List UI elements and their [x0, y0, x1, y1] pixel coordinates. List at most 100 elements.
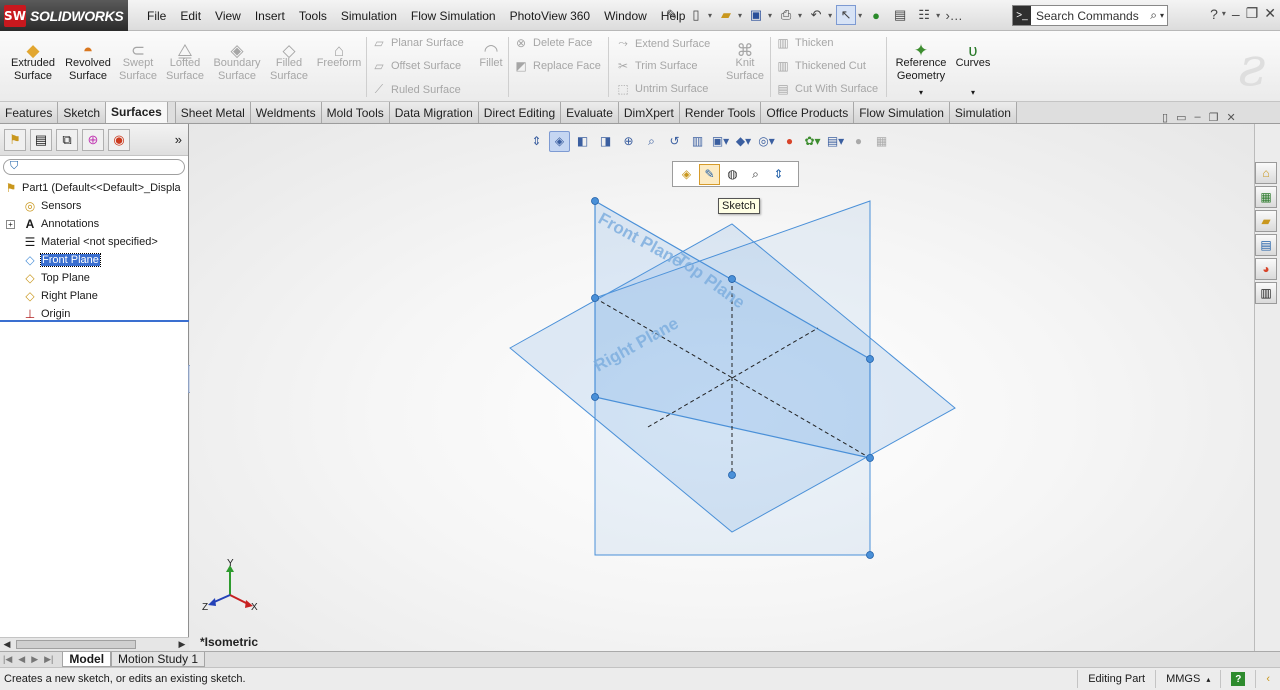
tile-vertical-icon[interactable]: ▭ [1176, 111, 1186, 124]
freeform-button[interactable]: ⌂ Freeform [314, 35, 364, 70]
tab-surfaces[interactable]: Surfaces [106, 102, 168, 123]
shaded-display-icon[interactable]: ◈ [549, 130, 570, 152]
menu-insert[interactable]: Insert [248, 9, 292, 23]
cube-view-icon[interactable]: ◨ [595, 131, 616, 152]
horizontal-scrollbar[interactable]: ◀ ▶ [0, 637, 189, 651]
close-icon[interactable]: ✕ [1264, 5, 1276, 22]
more-overflow-icon[interactable]: ›… [944, 5, 964, 25]
save-icon[interactable]: ▣ [746, 5, 766, 25]
tree-item-annotations[interactable]: + A Annotations [0, 215, 188, 233]
edit-feature-icon[interactable]: ◈ [676, 164, 697, 185]
tree-item-front-plane[interactable]: ◇ Front Plane [0, 251, 188, 269]
plane-handle[interactable] [591, 393, 599, 401]
hide-icon[interactable]: ◍ [722, 164, 743, 185]
options-icon[interactable]: ☷ [914, 5, 934, 25]
edit-appearance-icon[interactable]: ● [779, 131, 800, 152]
plane-handle[interactable] [591, 294, 599, 302]
restore-icon[interactable]: ❐ [1209, 111, 1219, 124]
ruled-surface-button[interactable]: ⟋ Ruled Surface [372, 82, 461, 97]
sketch-icon[interactable]: ✎ [699, 163, 720, 185]
tab-data-migration[interactable]: Data Migration [389, 102, 479, 123]
home-icon[interactable]: ⌂ [1255, 162, 1277, 184]
minimize-icon[interactable]: – [1232, 6, 1240, 22]
tab-features[interactable]: Features [0, 102, 59, 123]
menu-flow-simulation[interactable]: Flow Simulation [404, 9, 503, 23]
chevron-down-icon[interactable]: ▾ [936, 11, 940, 20]
boundary-surface-button[interactable]: ◈ Boundary Surface [210, 35, 264, 83]
rollback-bar[interactable] [0, 320, 189, 322]
curves-button[interactable]: ʋ Curves ▾ [952, 35, 994, 99]
search-icon[interactable]: ⌕ [1150, 8, 1160, 23]
swept-surface-button[interactable]: ⊂ Swept Surface [116, 35, 160, 83]
tree-filter-field[interactable]: ⛉ [3, 159, 185, 175]
units-selector[interactable]: MMGS ▴ [1155, 670, 1220, 688]
zoom-to-fit-icon[interactable]: ⊕ [618, 131, 639, 152]
tab-sketch[interactable]: Sketch [58, 102, 107, 123]
menu-view[interactable]: View [208, 9, 248, 23]
expand-plus-icon[interactable]: + [6, 220, 15, 229]
next-tab-icon[interactable]: ▶ [28, 654, 41, 665]
tab-flow-simulation[interactable]: Flow Simulation [854, 102, 950, 123]
knit-surface-button[interactable]: ⌘ Knit Surface [722, 35, 768, 83]
scroll-right-icon[interactable]: ▶ [175, 638, 189, 651]
cut-with-surface-button[interactable]: ▤ Cut With Surface [776, 82, 878, 96]
tab-direct-editing[interactable]: Direct Editing [478, 102, 562, 123]
tree-item-right-plane[interactable]: ◇ Right Plane [0, 287, 188, 305]
tab-weldments[interactable]: Weldments [250, 102, 322, 123]
design-library-icon[interactable]: ▦ [1255, 186, 1277, 208]
hide-show-items-icon[interactable]: ◎▾ [756, 131, 777, 152]
menu-window[interactable]: Window [597, 9, 654, 23]
display-manager-icon[interactable]: ◉ [108, 128, 130, 151]
select-arrow-icon[interactable]: ↖ [836, 5, 857, 25]
tree-item-material[interactable]: ☰ Material <not specified> [0, 233, 188, 251]
menu-file[interactable]: File [140, 9, 173, 23]
tab-simulation[interactable]: Simulation [949, 102, 1017, 123]
chevron-down-icon[interactable]: ▾ [1160, 11, 1167, 20]
filled-surface-button[interactable]: ◇ Filled Surface [266, 35, 312, 83]
chevron-down-icon[interactable]: ▾ [798, 11, 802, 20]
tab-dimxpert[interactable]: DimXpert [618, 102, 680, 123]
apply-scene-icon[interactable]: ✿▾ [802, 131, 823, 152]
view-settings-icon[interactable]: ▤▾ [825, 131, 846, 152]
undo-icon[interactable]: ↶ [806, 5, 826, 25]
section-view-icon[interactable]: ▥ [687, 131, 708, 152]
delete-face-button[interactable]: ⊗ Delete Face [514, 36, 592, 50]
restore-icon[interactable]: ❐ [1246, 5, 1259, 22]
tree-root-part[interactable]: ⚑ Part1 (Default<<Default>_Displa [0, 179, 188, 197]
chevron-down-icon[interactable]: ▾ [708, 11, 712, 20]
planar-surface-button[interactable]: ▱ Planar Surface [372, 36, 463, 50]
extend-surface-button[interactable]: ⤳ Extend Surface [616, 36, 710, 51]
chevron-down-icon[interactable]: ▾ [952, 86, 994, 99]
tab-motion-study[interactable]: Motion Study 1 [111, 652, 206, 667]
configuration-manager-icon[interactable]: ⧉ [56, 128, 78, 151]
menu-simulation[interactable]: Simulation [334, 9, 404, 23]
plane-handle[interactable] [728, 275, 736, 283]
view-orientation-dropdown-icon[interactable]: ▣▾ [710, 131, 731, 152]
scroll-left-icon[interactable]: ◀ [0, 638, 14, 651]
expand-panel-icon[interactable]: » [175, 132, 182, 147]
appearances-icon[interactable]: ◕ [1255, 258, 1277, 280]
open-folder-icon[interactable]: ▰ [716, 5, 736, 25]
render-icon[interactable]: ▦ [871, 131, 892, 152]
zoom-to-selection-icon[interactable]: ⌕ [745, 164, 766, 185]
graphics-area[interactable]: Front Plane Top Plane Right Plane Y X Z … [190, 124, 1254, 651]
replace-face-button[interactable]: ◩ Replace Face [514, 59, 601, 73]
scroll-thumb[interactable] [16, 640, 136, 649]
print-icon[interactable]: ⎙ [776, 5, 796, 25]
plane-handle[interactable] [866, 454, 874, 462]
last-tab-icon[interactable]: ▶| [41, 654, 56, 665]
normal-to-icon[interactable]: ⇕ [768, 164, 789, 185]
chevron-down-icon[interactable]: ▾ [828, 11, 832, 20]
thickened-cut-button[interactable]: ▥ Thickened Cut [776, 59, 866, 73]
menu-photoview[interactable]: PhotoView 360 [503, 9, 598, 23]
search-commands-field[interactable]: >_ Search Commands ⌕ ▾ [1012, 5, 1168, 26]
trim-surface-button[interactable]: ✂ Trim Surface [616, 59, 698, 73]
file-explorer-icon[interactable]: ▰ [1255, 210, 1277, 232]
isometric-cube-icon[interactable]: ◧ [572, 131, 593, 152]
chevron-down-icon[interactable]: ▾ [1222, 9, 1226, 18]
close-icon[interactable]: ✕ [1226, 111, 1235, 124]
menu-tools[interactable]: Tools [292, 9, 334, 23]
plane-handle[interactable] [591, 197, 599, 205]
realview-icon[interactable]: ● [848, 131, 869, 152]
chevron-down-icon[interactable]: ▾ [892, 86, 950, 99]
